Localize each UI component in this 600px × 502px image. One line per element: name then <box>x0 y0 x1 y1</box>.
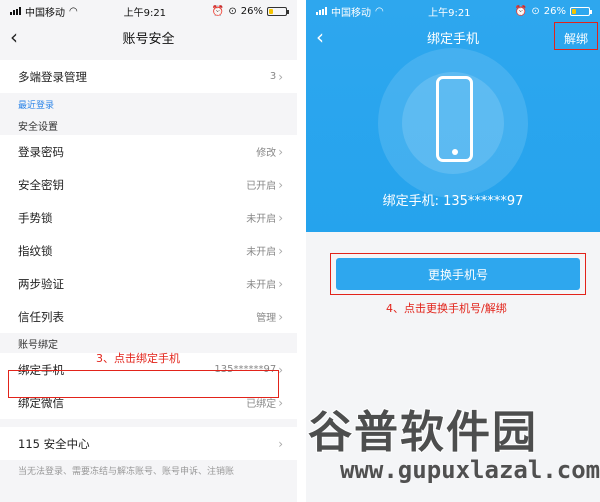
carrier-label: 中国移动 <box>331 7 371 19</box>
security-row-label: 两步验证 <box>18 276 64 291</box>
security-center-row[interactable]: 115 安全中心 › <box>0 427 297 460</box>
wifi-icon: ◠ <box>375 5 384 17</box>
phone-hero: 中国移动 ◠ 上午9:21 ⏰ ⊙ 26% ‹ 绑定手机 解绑 绑定手机: 13… <box>306 0 600 232</box>
smartphone-icon <box>436 76 473 162</box>
watermark-en: www.gupuxlazal.com <box>340 456 600 484</box>
security-row-label: 信任列表 <box>18 309 64 324</box>
security-row-value: 未开启 <box>246 280 277 291</box>
alarm-icon: ⏰ <box>211 5 225 17</box>
battery-percent: 26% <box>543 5 566 17</box>
page-title: 绑定手机 <box>426 31 479 47</box>
chevron-right-icon: › <box>278 210 283 225</box>
multi-login-label: 多端登录管理 <box>18 69 87 84</box>
carrier-label: 中国移动 <box>25 7 65 19</box>
account-security-screen: 中国移动 ◠ 上午9:21 ⏰ ⊙ 26% ‹ 账号安全 多端登录管理 3 › 最… <box>0 0 297 502</box>
security-row-password[interactable]: 登录密码 修改 › <box>0 135 297 168</box>
security-row-fingerprint[interactable]: 指纹锁 未开启 › <box>0 234 297 267</box>
security-row-label: 手势锁 <box>18 210 53 225</box>
multi-login-count: 3 <box>269 71 277 82</box>
bottom-note: 当无法登录、需要冻结与解冻账号、账号申诉、注销账 <box>18 466 235 477</box>
status-bar: 中国移动 ◠ 上午9:21 ⏰ ⊙ 26% <box>0 0 297 22</box>
security-row-label: 安全密钥 <box>18 177 64 192</box>
security-row-gesture[interactable]: 手势锁 未开启 › <box>0 201 297 234</box>
rotation-lock-icon: ⊙ <box>531 5 540 17</box>
security-row-value: 已开启 <box>246 181 277 192</box>
unbind-highlight <box>554 22 598 50</box>
signal-icon <box>10 7 21 15</box>
security-row-value: 未开启 <box>246 214 277 225</box>
chevron-right-icon: › <box>278 69 283 84</box>
bind-phone-highlight <box>8 370 279 398</box>
security-row-value: 修改 <box>256 148 277 159</box>
wifi-icon: ◠ <box>69 5 78 17</box>
back-chevron-icon[interactable]: ‹ <box>10 25 18 49</box>
battery-icon <box>570 6 592 16</box>
watermark-cn: 谷普软件园 <box>307 406 538 459</box>
security-row-trust-list[interactable]: 信任列表 管理 › <box>0 300 297 333</box>
security-row-key[interactable]: 安全密钥 已开启 › <box>0 168 297 201</box>
bound-phone-number: 绑定手机: 135******97 <box>382 194 524 209</box>
chevron-right-icon: › <box>278 144 283 159</box>
recent-login-link[interactable]: 最近登录 <box>0 93 297 115</box>
step3-annotation: 3、点击绑定手机 <box>96 352 180 365</box>
back-chevron-icon[interactable]: ‹ <box>316 25 324 49</box>
battery-icon <box>267 6 289 16</box>
status-time: 上午9:21 <box>428 7 471 19</box>
watermark: 谷普软件园 www.gupuxlazal.com <box>300 392 600 502</box>
change-phone-button[interactable]: 更换手机号 <box>336 258 580 290</box>
multi-login-row[interactable]: 多端登录管理 3 › <box>0 60 297 93</box>
security-row-label: 登录密码 <box>18 144 64 159</box>
chevron-right-icon: › <box>278 177 283 192</box>
status-time: 上午9:21 <box>123 7 167 19</box>
security-center-label: 115 安全中心 <box>18 436 90 451</box>
security-row-two-step[interactable]: 两步验证 未开启 › <box>0 267 297 300</box>
battery-percent: 26% <box>240 5 263 17</box>
rotation-lock-icon: ⊙ <box>228 5 237 17</box>
chevron-right-icon: › <box>278 436 283 451</box>
chevron-right-icon: › <box>278 243 283 258</box>
alarm-icon: ⏰ <box>514 5 528 17</box>
nav-bar: ‹ 账号安全 <box>0 22 297 52</box>
security-row-value: 未开启 <box>246 247 277 258</box>
security-row-label: 指纹锁 <box>18 243 53 258</box>
security-settings-header: 安全设置 <box>18 121 58 133</box>
page-title: 账号安全 <box>122 31 175 47</box>
signal-icon <box>316 7 327 15</box>
step4-annotation: 4、点击更换手机号/解绑 <box>386 302 507 315</box>
chevron-right-icon: › <box>278 309 283 324</box>
status-bar: 中国移动 ◠ 上午9:21 ⏰ ⊙ 26% <box>306 0 600 22</box>
security-row-value: 管理 <box>256 313 277 324</box>
chevron-right-icon: › <box>278 276 283 291</box>
